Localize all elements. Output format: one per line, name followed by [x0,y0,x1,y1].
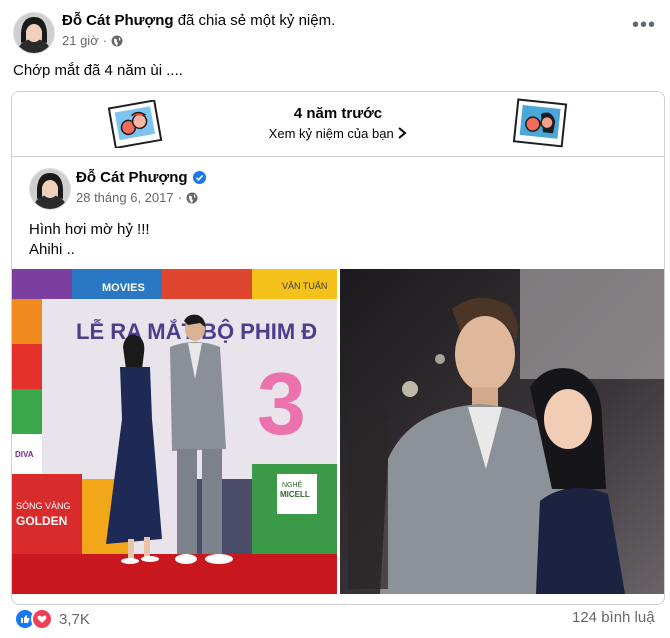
photo-left[interactable]: MOVIES VÂN TUẤN LỄ RA MẮT BỘ PHIM Đ 3 SÓ… [12,269,337,594]
original-meta-separator: · [177,190,182,205]
meta-separator: · [102,33,108,48]
globe-icon [111,35,123,47]
post-header: Đỗ Cát Phượng đã chia sẻ một kỷ niệm. [62,12,335,29]
original-text-line1: Hình hơi mờ hỷ !!! [29,221,150,238]
author-avatar[interactable] [13,12,55,54]
globe-icon [186,192,198,204]
reaction-count[interactable]: 3,7K [59,611,90,628]
more-options-icon[interactable]: ••• [632,14,656,37]
original-header: Đỗ Cát Phượng [76,169,206,186]
diva-logo: DIVA [15,450,34,459]
post-text: Chớp mắt đã 4 năm ùi .... [13,62,183,79]
movies-logo: MOVIES [102,282,145,294]
memory-banner[interactable]: 4 năm trước Xem kỷ niệm của bạn [12,92,664,157]
backdrop-number: 3 [257,354,306,453]
post-time[interactable]: 21 giờ [62,33,99,48]
original-date[interactable]: 28 tháng 6, 2017 [76,190,174,205]
comment-count[interactable]: 124 bình luậ [572,609,655,626]
song-vang-logo: SÓNG VÀNG [16,501,71,511]
golden-logo: GOLDEN [16,514,67,528]
original-author-avatar[interactable] [29,168,71,210]
chevron-right-icon [397,127,407,142]
memory-card: 4 năm trước Xem kỷ niệm của bạn Đỗ Cát P… [11,91,665,605]
reaction-summary[interactable]: 3,7K [14,608,90,630]
heart-icon [31,608,53,630]
post-action: đã chia sẻ một kỷ niệm. [173,12,336,29]
nghe-logo: NGHỆ [282,480,303,489]
original-author-name[interactable]: Đỗ Cát Phượng [76,169,188,186]
van-tuan-logo: VÂN TUẤN [282,281,327,291]
original-meta: 28 tháng 6, 2017 · [76,190,198,205]
author-name[interactable]: Đỗ Cát Phượng [62,12,174,29]
verified-badge-icon [192,171,206,184]
original-text-line2: Ahihi .. [29,241,75,258]
micell-logo: MICELL [280,490,310,499]
memory-illustration-right-icon [510,98,572,153]
see-memories-label[interactable]: Xem kỷ niệm của bạn [269,126,394,141]
post-meta: 21 giờ · [62,33,123,48]
photo-right[interactable] [340,269,664,594]
